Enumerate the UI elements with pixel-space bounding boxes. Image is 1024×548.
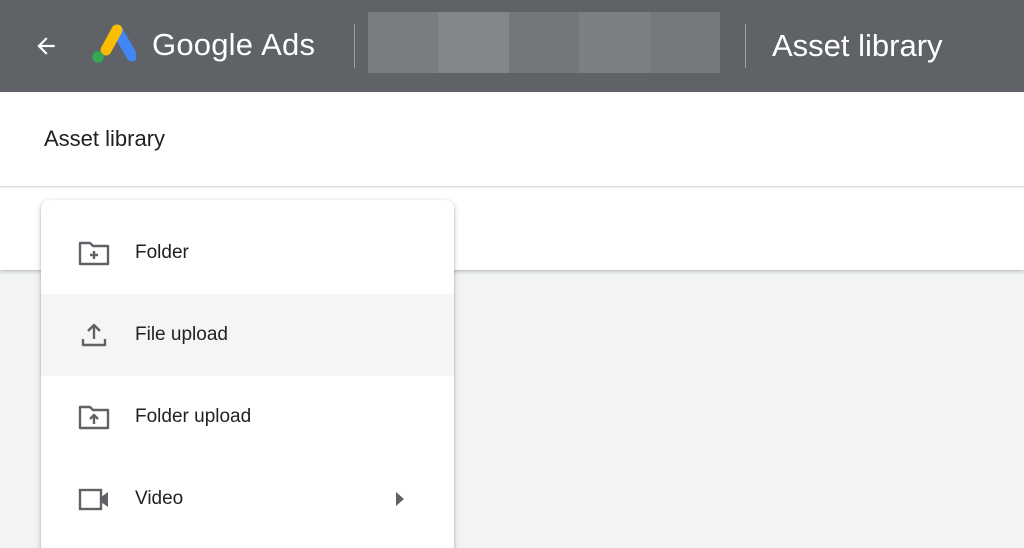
redacted-block: [368, 12, 439, 73]
back-button[interactable]: [28, 28, 64, 64]
redacted-block: [438, 12, 509, 73]
upload-icon: [81, 323, 107, 347]
top-app-bar: Google Ads Asset library: [0, 0, 1024, 92]
top-page-title: Asset library: [772, 28, 943, 63]
menu-item-label: Folder: [135, 242, 189, 263]
arrow-back-icon: [37, 37, 55, 55]
page-title: Asset library: [44, 126, 166, 151]
video-camera-icon: [78, 488, 108, 511]
account-selector-redacted[interactable]: [368, 12, 721, 73]
submenu-arrow-icon: [396, 492, 404, 506]
menu-item-file-upload[interactable]: File upload: [41, 294, 454, 376]
folder-upload-icon: [78, 405, 110, 430]
brand-ads: Ads: [261, 27, 316, 62]
menu-item-label: Video: [135, 488, 184, 509]
divider: [354, 24, 355, 68]
menu-item-folder-upload[interactable]: Folder upload: [41, 376, 454, 458]
page-header: Asset library: [0, 92, 1024, 187]
brand-name: Google Ads: [152, 25, 315, 65]
folder-add-icon: [78, 241, 110, 266]
redacted-block: [579, 12, 650, 73]
google-ads-logo[interactable]: [88, 24, 136, 66]
divider: [745, 24, 746, 68]
new-asset-menu: Folder File upload Folder upload Video: [41, 200, 454, 548]
redacted-block: [649, 12, 721, 73]
menu-item-folder[interactable]: Folder: [41, 212, 454, 294]
brand-google: Google: [152, 27, 254, 62]
menu-item-label: Folder upload: [135, 406, 252, 427]
menu-item-video[interactable]: Video: [41, 458, 454, 540]
menu-item-label: File upload: [135, 324, 228, 345]
redacted-block: [508, 12, 580, 73]
